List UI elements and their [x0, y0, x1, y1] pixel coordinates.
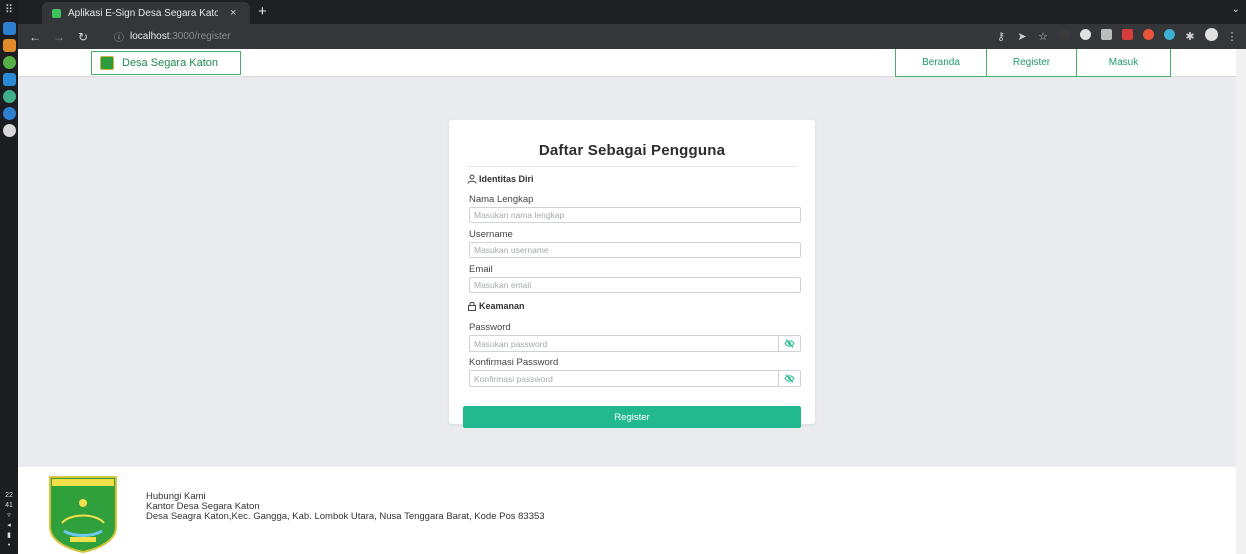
- email-input[interactable]: Masukan email: [469, 277, 801, 293]
- username-label: Username: [469, 229, 513, 240]
- favicon-icon: [52, 8, 61, 18]
- section-security: Keamanan: [467, 301, 815, 311]
- vscode-icon[interactable]: [2, 73, 16, 86]
- browser-tab[interactable]: Aplikasi E-Sign Desa Segara Katon ×: [42, 2, 250, 24]
- section-identity: Identitas Diri: [467, 174, 815, 184]
- village-emblem-icon: [49, 476, 117, 553]
- village-logo-icon: [100, 56, 114, 70]
- chrome-icon[interactable]: [2, 56, 16, 69]
- browser-menu-icon[interactable]: ⋮: [1226, 30, 1238, 43]
- nav-masuk[interactable]: Masuk: [1077, 49, 1171, 77]
- send-icon[interactable]: ➤: [1016, 30, 1028, 43]
- password-label: Password: [469, 322, 511, 333]
- username-input[interactable]: Masukan username: [469, 242, 801, 258]
- battery-icon[interactable]: ▮: [7, 532, 11, 540]
- extension-color-icon[interactable]: [1163, 29, 1175, 43]
- bookmark-star-icon[interactable]: ☆: [1037, 30, 1049, 43]
- user-icon: [467, 174, 477, 184]
- extension-circle-icon[interactable]: [1079, 29, 1091, 43]
- email-label: Email: [469, 264, 493, 275]
- office-address: Desa Seagra Katon,Kec. Gangga, Kab. Lomb…: [146, 511, 545, 522]
- profile-avatar-icon[interactable]: [1205, 28, 1218, 44]
- store-icon[interactable]: [2, 39, 16, 52]
- new-tab-button[interactable]: +: [258, 3, 267, 20]
- password-input[interactable]: Masukan password: [469, 335, 779, 352]
- register-button[interactable]: Register: [463, 406, 801, 428]
- reload-icon[interactable]: ↻: [76, 30, 90, 44]
- confirm-password-input[interactable]: Konfirmasi password: [469, 370, 779, 387]
- confirm-password-label: Konfirmasi Password: [469, 357, 559, 368]
- extension-leaf-icon[interactable]: [1058, 29, 1070, 43]
- site-navbar: Desa Segara Katon Beranda Register Masuk: [18, 49, 1246, 77]
- power-icon[interactable]: •: [8, 542, 10, 550]
- brand-name: Desa Segara Katon: [122, 57, 219, 69]
- app-grid-icon[interactable]: ⠿: [5, 4, 13, 18]
- drive-icon[interactable]: [2, 124, 16, 137]
- footer-contact: Hubungi Kami Kantor Desa Segara Katon De…: [146, 492, 545, 522]
- volume-icon[interactable]: ◂: [7, 522, 11, 530]
- os-dock: ⠿ 22 41 ▿ ◂ ▮ •: [0, 0, 18, 554]
- form-title: Daftar Sebagai Pengguna: [538, 142, 726, 159]
- section-identity-label: Identitas Diri: [479, 174, 534, 184]
- emoji-icon[interactable]: [2, 90, 16, 103]
- toolbar-icons: ⚷ ➤ ☆ ✱ ⋮: [995, 28, 1238, 44]
- eye-slash-icon: [784, 374, 795, 383]
- site-info-icon[interactable]: ⓘ: [114, 29, 124, 44]
- browser-toolbar: ← → ↻ ⓘ localhost :3000/register ⚷ ➤ ☆ ✱…: [18, 24, 1246, 49]
- site-footer: Hubungi Kami Kantor Desa Segara Katon De…: [18, 467, 1236, 554]
- wifi-icon[interactable]: ▿: [7, 512, 11, 520]
- extension-camera-icon[interactable]: [1100, 29, 1112, 43]
- tab-close-icon[interactable]: ×: [230, 7, 236, 19]
- nav-register[interactable]: Register: [987, 49, 1077, 77]
- fullname-input[interactable]: Masukan nama lengkap: [469, 207, 801, 223]
- title-divider: [466, 166, 798, 167]
- extension-red-icon[interactable]: [1121, 29, 1133, 43]
- address-bar[interactable]: ⓘ localhost :3000/register: [114, 27, 894, 46]
- files-icon[interactable]: [2, 22, 16, 35]
- tab-strip: Aplikasi E-Sign Desa Segara Katon × + ⌄: [18, 0, 1246, 24]
- clock-minute: 41: [5, 502, 13, 509]
- brand-link[interactable]: Desa Segara Katon: [91, 51, 241, 75]
- register-card: Daftar Sebagai Pengguna Identitas Diri N…: [449, 120, 815, 428]
- eye-slash-icon: [784, 339, 795, 348]
- password-group: Masukan password: [469, 335, 801, 352]
- confirm-password-group: Konfirmasi password: [469, 370, 801, 387]
- tab-search-icon[interactable]: ⌄: [1232, 4, 1240, 15]
- address-host: localhost: [130, 31, 170, 42]
- lock-icon: [468, 301, 476, 311]
- tab-title: Aplikasi E-Sign Desa Segara Katon: [68, 7, 218, 19]
- forward-icon[interactable]: →: [52, 30, 66, 44]
- page-scrollbar[interactable]: [1236, 49, 1246, 554]
- nav-links: Beranda Register Masuk: [895, 49, 1171, 77]
- page-viewport: Desa Segara Katon Beranda Register Masuk…: [18, 49, 1246, 554]
- back-icon[interactable]: ←: [28, 30, 42, 44]
- extensions-puzzle-icon[interactable]: ✱: [1184, 30, 1196, 43]
- system-tray: 22 41 ▿ ◂ ▮ •: [0, 492, 18, 550]
- address-path: :3000/register: [169, 31, 231, 42]
- clock-hour: 22: [5, 492, 13, 499]
- browser-chrome: Aplikasi E-Sign Desa Segara Katon × + ⌄ …: [18, 0, 1246, 49]
- extension-flame-icon[interactable]: [1142, 29, 1154, 43]
- toggle-password-button[interactable]: [779, 335, 801, 352]
- toggle-confirm-password-button[interactable]: [779, 370, 801, 387]
- fullname-label: Nama Lengkap: [469, 194, 534, 205]
- nav-beranda[interactable]: Beranda: [895, 49, 987, 77]
- check-icon[interactable]: [2, 107, 16, 120]
- section-security-label: Keamanan: [479, 301, 525, 311]
- key-icon[interactable]: ⚷: [995, 30, 1007, 43]
